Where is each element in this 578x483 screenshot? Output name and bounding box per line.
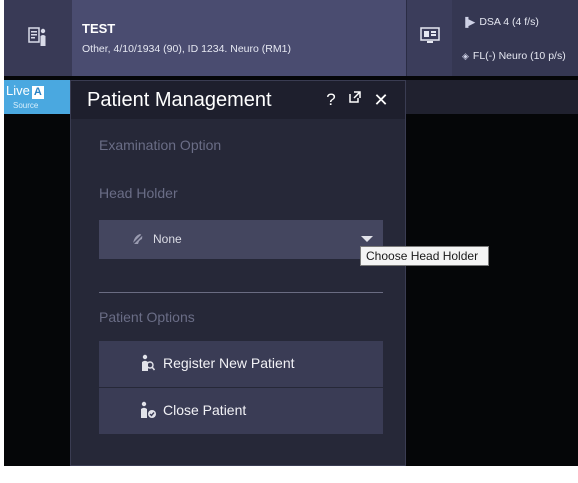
- protocol-label: FL(-) Neuro (10 p/s): [472, 50, 566, 62]
- patient-name: TEST: [82, 21, 116, 36]
- top-header: TEST Other, 4/10/1934 (90), ID 1234. Neu…: [4, 0, 578, 76]
- close-patient-button[interactable]: Close Patient: [99, 388, 383, 434]
- popout-icon: [348, 91, 362, 108]
- head-holder-tooltip: Choose Head Holder: [360, 246, 489, 266]
- live-source-tab[interactable]: Live A Source: [4, 80, 70, 114]
- chevron-down-icon: [361, 236, 373, 242]
- popout-button[interactable]: [345, 90, 365, 110]
- panel-title: Patient Management: [87, 89, 272, 111]
- protocol-label: DSA 4 (4 f/s): [479, 16, 539, 28]
- examination-option-heading: Examination Option: [99, 137, 222, 153]
- live-source-label: Source: [13, 101, 39, 110]
- patient-card-button[interactable]: [4, 0, 72, 76]
- application-screen: TEST Other, 4/10/1934 (90), ID 1234. Neu…: [4, 0, 578, 466]
- patient-management-panel: Patient Management ? ✕ Examination Optio…: [70, 80, 406, 466]
- section-divider: [99, 292, 383, 293]
- secondary-toolbar-strip: [406, 80, 578, 114]
- patient-details: Other, 4/10/1934 (90), ID 1234. Neuro (R…: [82, 43, 291, 55]
- close-panel-button[interactable]: ✕: [371, 90, 391, 110]
- close-patient-label: Close Patient: [163, 402, 247, 418]
- close-patient-icon: [139, 401, 157, 424]
- head-holder-heading: Head Holder: [99, 185, 178, 201]
- monitor-button[interactable]: [406, 0, 453, 76]
- eye-icon: ◈: [462, 50, 469, 61]
- live-badge: A: [31, 86, 44, 99]
- patient-info[interactable]: TEST Other, 4/10/1934 (90), ID 1234. Neu…: [72, 0, 406, 76]
- patient-options-heading: Patient Options: [99, 309, 195, 325]
- help-button[interactable]: ?: [321, 90, 341, 110]
- panel-header: Patient Management ? ✕: [71, 81, 405, 119]
- register-new-patient-button[interactable]: Register New Patient: [99, 341, 383, 387]
- protocol-dsa[interactable]: ▐▶ DSA 4 (4 f/s): [462, 16, 539, 28]
- live-label: Live A: [6, 83, 44, 99]
- protocol-list: ▐▶ DSA 4 (4 f/s) ◈ FL(-) Neuro (10 p/s): [452, 0, 578, 76]
- play-icon: ▐▶: [462, 16, 476, 27]
- register-new-patient-label: Register New Patient: [163, 355, 295, 371]
- monitor-icon: [420, 26, 440, 50]
- patient-card-icon: [28, 25, 48, 52]
- protocol-fluoro[interactable]: ◈ FL(-) Neuro (10 p/s): [462, 50, 566, 62]
- head-holder-value: None: [153, 232, 182, 246]
- head-holder-dropdown[interactable]: None: [99, 220, 383, 259]
- head-holder-icon: [131, 232, 145, 251]
- register-patient-icon: [139, 354, 156, 377]
